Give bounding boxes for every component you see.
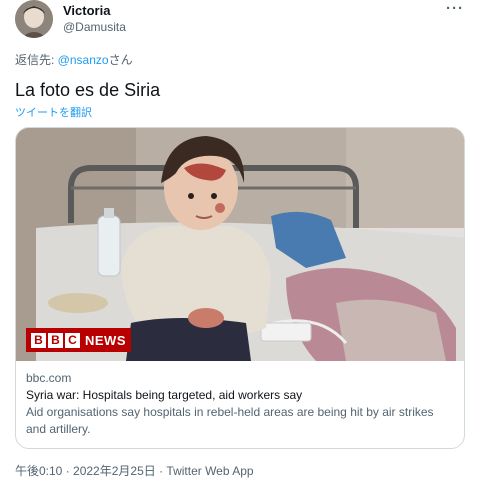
more-options-icon[interactable]: ··· [446,0,464,17]
link-card[interactable]: B B C NEWS bbc.com Syria war: Hospitals … [15,127,465,449]
bbc-logo-blocks: B B C [31,332,80,348]
card-description: Aid organisations say hospitals in rebel… [26,405,434,436]
card-title[interactable]: Syria war: Hospitals being targeted, aid… [26,387,456,404]
reply-mention-link[interactable]: @nsanzo [58,53,109,67]
bbc-news-wordmark: NEWS [85,332,126,348]
reply-prefix: 返信先: [15,53,58,67]
translate-tweet-link[interactable]: ツイートを翻訳 [15,104,92,120]
reply-suffix: さん [108,53,133,67]
user-handle[interactable]: @Damusita [63,19,126,35]
avatar[interactable] [15,0,53,38]
user-names: Victoria @Damusita [63,2,126,35]
display-name[interactable]: Victoria [63,2,126,19]
bbc-news-logo: B B C NEWS [26,328,131,352]
reply-to-line: 返信先: @nsanzoさん [15,51,133,68]
tweet-text: La foto es de Siria [15,80,161,100]
tweet-header: Victoria @Damusita ··· [15,0,470,42]
card-domain: bbc.com [26,371,72,385]
card-image: B B C NEWS [16,128,464,361]
card-body: bbc.com Syria war: Hospitals being targe… [26,370,456,438]
tweet-timestamp[interactable]: 午後0:10 · 2022年2月25日 · Twitter Web App [15,462,254,479]
